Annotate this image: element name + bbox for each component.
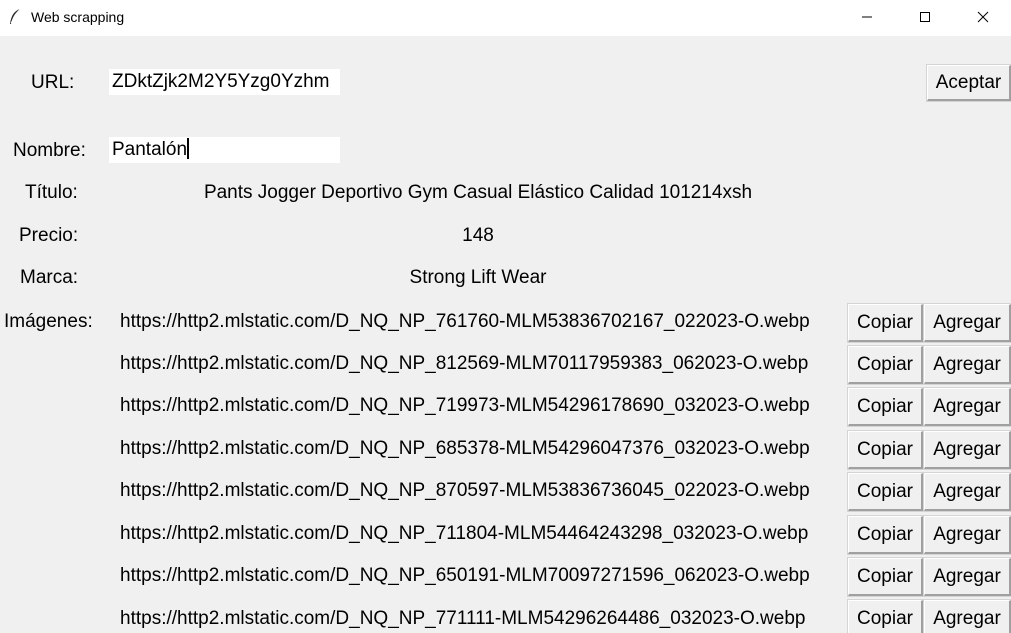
copy-button-label: Copiar <box>857 353 913 375</box>
name-input-value: Pantalón <box>112 139 188 160</box>
copy-button[interactable]: Copiar <box>847 515 924 555</box>
copy-button-label: Copiar <box>857 523 913 545</box>
name-input[interactable]: Pantalón <box>109 137 340 163</box>
maximize-icon <box>920 12 930 22</box>
add-button-label: Agregar <box>933 523 1001 545</box>
name-label: Nombre: <box>13 140 86 161</box>
image-url: https://http2.mlstatic.com/D_NQ_NP_68537… <box>120 438 810 459</box>
copy-button[interactable]: Copiar <box>847 303 924 343</box>
copy-button[interactable]: Copiar <box>847 599 924 633</box>
add-button-label: Agregar <box>933 480 1001 502</box>
image-row: https://http2.mlstatic.com/D_NQ_NP_71180… <box>0 513 1011 555</box>
url-input[interactable]: ZDktZjk2M2Y5Yzg0Yzhm <box>109 69 340 95</box>
add-button[interactable]: Agregar <box>923 345 1011 385</box>
title-value: Pants Jogger Deportivo Gym Casual Elásti… <box>203 182 753 203</box>
add-button[interactable]: Agregar <box>923 430 1011 470</box>
accept-button-label: Aceptar <box>935 71 1002 93</box>
add-button-label: Agregar <box>933 438 1001 460</box>
image-row: https://http2.mlstatic.com/D_NQ_NP_71997… <box>0 385 1011 427</box>
image-url: https://http2.mlstatic.com/D_NQ_NP_87059… <box>120 480 810 501</box>
add-button[interactable]: Agregar <box>923 472 1011 512</box>
image-url: https://http2.mlstatic.com/D_NQ_NP_77111… <box>120 608 806 629</box>
copy-button-label: Copiar <box>857 480 913 502</box>
add-button-label: Agregar <box>933 353 1001 375</box>
image-url: https://http2.mlstatic.com/D_NQ_NP_65019… <box>120 565 810 586</box>
copy-button-label: Copiar <box>857 565 913 587</box>
image-row: https://http2.mlstatic.com/D_NQ_NP_81256… <box>0 343 1011 385</box>
image-row: https://http2.mlstatic.com/D_NQ_NP_76176… <box>0 301 1011 343</box>
add-button[interactable]: Agregar <box>923 599 1011 633</box>
close-icon <box>977 11 989 23</box>
add-button-label: Agregar <box>933 311 1001 333</box>
add-button-label: Agregar <box>933 607 1001 629</box>
close-button[interactable] <box>954 0 1011 34</box>
window-title: Web scrapping <box>31 9 125 25</box>
minimize-button[interactable] <box>838 0 896 34</box>
copy-button-label: Copiar <box>857 607 913 629</box>
add-button[interactable]: Agregar <box>923 515 1011 555</box>
copy-button-label: Copiar <box>857 395 913 417</box>
copy-button-label: Copiar <box>857 311 913 333</box>
title-label: Título: <box>25 182 78 203</box>
price-value: 148 <box>462 225 494 246</box>
add-button[interactable]: Agregar <box>923 303 1011 343</box>
copy-button[interactable]: Copiar <box>847 472 924 512</box>
maximize-button[interactable] <box>896 0 954 34</box>
copy-button[interactable]: Copiar <box>847 387 924 427</box>
text-cursor <box>187 138 190 159</box>
add-button-label: Agregar <box>933 565 1001 587</box>
feather-icon <box>10 8 21 24</box>
title-bar: Web scrapping <box>0 0 1011 36</box>
image-url: https://http2.mlstatic.com/D_NQ_NP_71997… <box>120 395 810 416</box>
brand-label: Marca: <box>20 267 79 288</box>
minimize-icon <box>862 16 872 18</box>
copy-button[interactable]: Copiar <box>847 430 924 470</box>
image-row: https://http2.mlstatic.com/D_NQ_NP_68537… <box>0 428 1011 470</box>
price-label: Precio: <box>19 225 79 246</box>
url-input-value: ZDktZjk2M2Y5Yzg0Yzhm <box>112 71 330 92</box>
copy-button-label: Copiar <box>857 438 913 460</box>
accept-button[interactable]: Aceptar <box>926 64 1011 102</box>
add-button-label: Agregar <box>933 395 1001 417</box>
url-label: URL: <box>31 72 75 93</box>
image-url: https://http2.mlstatic.com/D_NQ_NP_71180… <box>120 523 809 544</box>
brand-value: Strong Lift Wear <box>409 267 547 288</box>
copy-button[interactable]: Copiar <box>847 345 924 385</box>
image-url: https://http2.mlstatic.com/D_NQ_NP_81256… <box>120 353 809 374</box>
image-row: https://http2.mlstatic.com/D_NQ_NP_77111… <box>0 591 1011 633</box>
add-button[interactable]: Agregar <box>923 387 1011 427</box>
image-row: https://http2.mlstatic.com/D_NQ_NP_87059… <box>0 470 1011 512</box>
image-url: https://http2.mlstatic.com/D_NQ_NP_76176… <box>120 311 810 332</box>
